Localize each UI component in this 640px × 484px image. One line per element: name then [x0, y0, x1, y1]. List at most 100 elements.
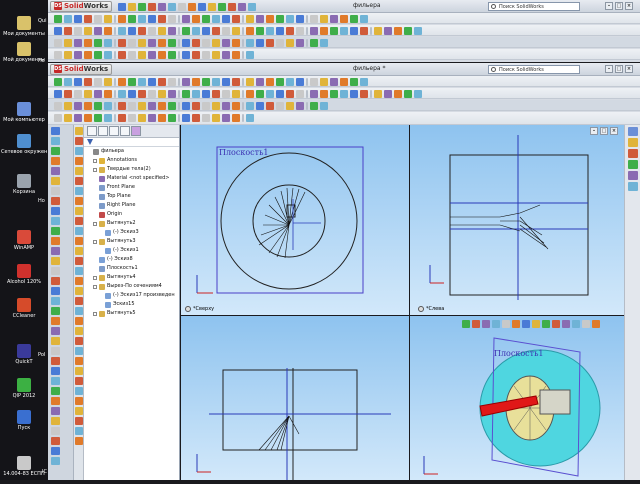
toolbar-button-icon[interactable] [148, 89, 156, 98]
toolbar-button-icon[interactable] [286, 38, 294, 47]
sketch-tool-icon[interactable] [75, 277, 83, 285]
toolbar-button-icon[interactable] [148, 50, 156, 59]
toolbar-button-icon[interactable] [232, 77, 240, 86]
toolbar-button-icon[interactable] [330, 26, 338, 35]
toolbar-button-icon[interactable] [114, 14, 116, 23]
toolbar-button-icon[interactable] [192, 14, 200, 23]
solidworks-logo[interactable]: DS Solid Works [50, 0, 113, 12]
toolbar-button-icon[interactable] [340, 14, 348, 23]
toolbar-button-icon[interactable] [296, 77, 304, 86]
toolbar-button-icon[interactable] [94, 38, 102, 47]
toolbar-button-icon[interactable] [54, 50, 62, 59]
close-button[interactable]: × [625, 65, 633, 73]
toolbar-button-icon[interactable] [118, 26, 126, 35]
command-icon[interactable] [51, 327, 60, 335]
command-icon[interactable] [51, 397, 60, 405]
toolbar-button-icon[interactable] [222, 14, 230, 23]
search-input[interactable]: Поиск SolidWorks [488, 2, 580, 11]
toolbar-button-icon[interactable] [222, 38, 230, 47]
feature-tree-tab-icon[interactable] [87, 126, 97, 136]
toolbar-button-icon[interactable] [182, 77, 190, 86]
view-toolbar-icon[interactable] [572, 319, 580, 328]
toolbar-button-icon[interactable] [202, 26, 210, 35]
toolbar-button-icon[interactable] [276, 14, 284, 23]
tree-item[interactable]: Плоскость1 [84, 264, 179, 273]
view-toolbar-icon[interactable] [522, 319, 530, 328]
toolbar-button-icon[interactable] [222, 26, 230, 35]
toolbar-button-icon[interactable] [84, 101, 92, 110]
task-pane-tab-icon[interactable] [628, 149, 638, 158]
tree-item[interactable]: (-) Эскиз3 [84, 228, 179, 237]
view-toolbar-icon[interactable] [592, 319, 600, 328]
command-icon[interactable] [51, 257, 60, 265]
viewport-top-right[interactable]: *Слева – □ × [410, 125, 624, 315]
toolbar-button-icon[interactable] [138, 38, 146, 47]
toolbar-button-icon[interactable] [64, 101, 72, 110]
quick-access-icon[interactable] [168, 2, 176, 11]
toolbar-button-icon[interactable] [168, 101, 176, 110]
toolbar-button-icon[interactable] [74, 89, 82, 98]
toolbar-button-icon[interactable] [360, 77, 368, 86]
toolbar-button-icon[interactable] [202, 113, 210, 122]
toolbar-button-icon[interactable] [64, 113, 72, 122]
toolbar-button-icon[interactable] [306, 89, 308, 98]
sketch-tool-icon[interactable] [75, 297, 83, 305]
quick-access-icon[interactable] [218, 2, 226, 11]
toolbar-button-icon[interactable] [212, 26, 220, 35]
toolbar-button-icon[interactable] [330, 77, 338, 86]
toolbar-button-icon[interactable] [104, 101, 112, 110]
toolbar-button-icon[interactable] [128, 77, 136, 86]
toolbar-button-icon[interactable] [306, 38, 308, 47]
toolbar-button-icon[interactable] [138, 14, 146, 23]
tree-item[interactable]: фильера [84, 147, 179, 156]
toolbar-button-icon[interactable] [306, 101, 308, 110]
toolbar-button-icon[interactable] [94, 113, 102, 122]
toolbar-button-icon[interactable] [118, 113, 126, 122]
tree-item[interactable]: Top Plane [84, 192, 179, 201]
command-icon[interactable] [51, 297, 60, 305]
sketch-tool-icon[interactable] [75, 317, 83, 325]
expand-icon[interactable] [93, 159, 97, 163]
toolbar-button-icon[interactable] [276, 89, 284, 98]
command-icon[interactable] [51, 357, 60, 365]
sketch-tool-icon[interactable] [75, 137, 83, 145]
toolbar-button-icon[interactable] [138, 101, 146, 110]
tree-item[interactable]: Front Plane [84, 183, 179, 192]
command-icon[interactable] [51, 377, 60, 385]
task-pane-tab-icon[interactable] [628, 182, 638, 191]
sketch-tool-icon[interactable] [75, 307, 83, 315]
toolbar-button-icon[interactable] [320, 101, 328, 110]
toolbar-button-icon[interactable] [246, 101, 254, 110]
toolbar-button-icon[interactable] [256, 89, 264, 98]
command-icon[interactable] [51, 247, 60, 255]
heads-up-view-toolbar[interactable] [462, 319, 600, 328]
toolbar-button-icon[interactable] [192, 26, 200, 35]
toolbar-button-icon[interactable] [178, 14, 180, 23]
solidworks-logo[interactable]: DS Solid Works [50, 63, 113, 75]
command-icon[interactable] [51, 287, 60, 295]
sketch-tool-icon[interactable] [75, 427, 83, 435]
toolbar-button-icon[interactable] [256, 101, 264, 110]
toolbar-button-icon[interactable] [158, 77, 166, 86]
toolbar-button-icon[interactable] [192, 38, 200, 47]
toolbar-button-icon[interactable] [182, 50, 190, 59]
toolbar-button-icon[interactable] [296, 38, 304, 47]
toolbar-button-icon[interactable] [118, 101, 126, 110]
view-toolbar-icon[interactable] [582, 319, 590, 328]
toolbar-button-icon[interactable] [212, 38, 220, 47]
toolbar-button-icon[interactable] [114, 89, 116, 98]
toolbar-button-icon[interactable] [138, 50, 146, 59]
sketch-tool-icon[interactable] [75, 157, 83, 165]
toolbar-button-icon[interactable] [232, 26, 240, 35]
view-toolbar-icon[interactable] [532, 319, 540, 328]
command-icon[interactable] [51, 447, 60, 455]
toolbar-button-icon[interactable] [94, 77, 102, 86]
property-tab-icon[interactable] [98, 126, 108, 136]
task-pane-tab-icon[interactable] [628, 127, 638, 136]
toolbar-button-icon[interactable] [266, 89, 274, 98]
quick-access-icon[interactable] [118, 2, 126, 11]
toolbar-button-icon[interactable] [138, 77, 146, 86]
toolbar-button-icon[interactable] [168, 77, 176, 86]
toolbar-button-icon[interactable] [306, 26, 308, 35]
tree-item[interactable]: Эскиз15 [84, 300, 179, 309]
